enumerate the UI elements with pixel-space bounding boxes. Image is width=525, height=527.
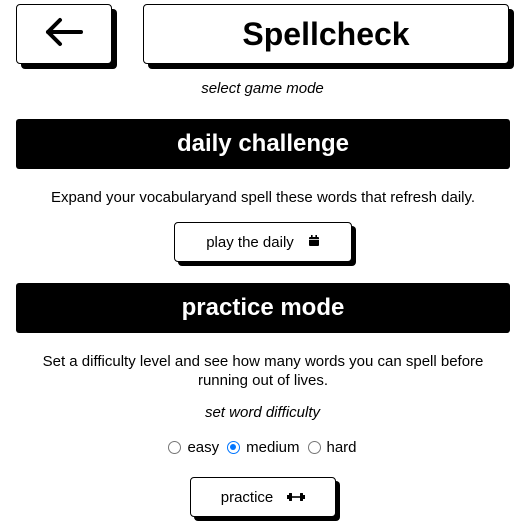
- back-button[interactable]: [16, 4, 112, 64]
- difficulty-radio-group: easy medium hard: [0, 439, 525, 456]
- practice-description: Set a difficulty level and see how many …: [42, 353, 484, 389]
- arrow-left-icon: [44, 17, 84, 52]
- difficulty-option-medium[interactable]: medium: [227, 439, 300, 456]
- radio-hard[interactable]: [307, 441, 321, 454]
- radio-easy-label: easy: [187, 439, 220, 456]
- play-daily-label: play the daily: [206, 233, 294, 251]
- radio-medium-label: medium: [246, 439, 300, 456]
- difficulty-prompt: set word difficulty: [204, 404, 321, 421]
- dumbbell-icon: [287, 489, 306, 506]
- practice-button[interactable]: practice: [190, 477, 336, 517]
- title-box: Spellcheck: [143, 4, 509, 64]
- difficulty-option-hard[interactable]: hard: [307, 439, 357, 456]
- header: Spellcheck: [0, 0, 525, 80]
- difficulty-option-easy[interactable]: easy: [168, 439, 219, 456]
- calendar-icon: [308, 234, 320, 251]
- radio-medium[interactable]: [227, 441, 241, 454]
- radio-easy[interactable]: [168, 441, 182, 454]
- daily-description: Expand your vocabularyand spell these wo…: [50, 189, 476, 206]
- practice-mode-heading: practice mode: [16, 283, 510, 333]
- mode-prompt: select game mode: [201, 80, 324, 97]
- radio-hard-label: hard: [326, 439, 357, 456]
- practice-label: practice: [220, 488, 274, 506]
- play-daily-button[interactable]: play the daily: [174, 222, 352, 262]
- daily-challenge-heading: daily challenge: [16, 119, 510, 169]
- page-title: Spellcheck: [242, 15, 410, 52]
